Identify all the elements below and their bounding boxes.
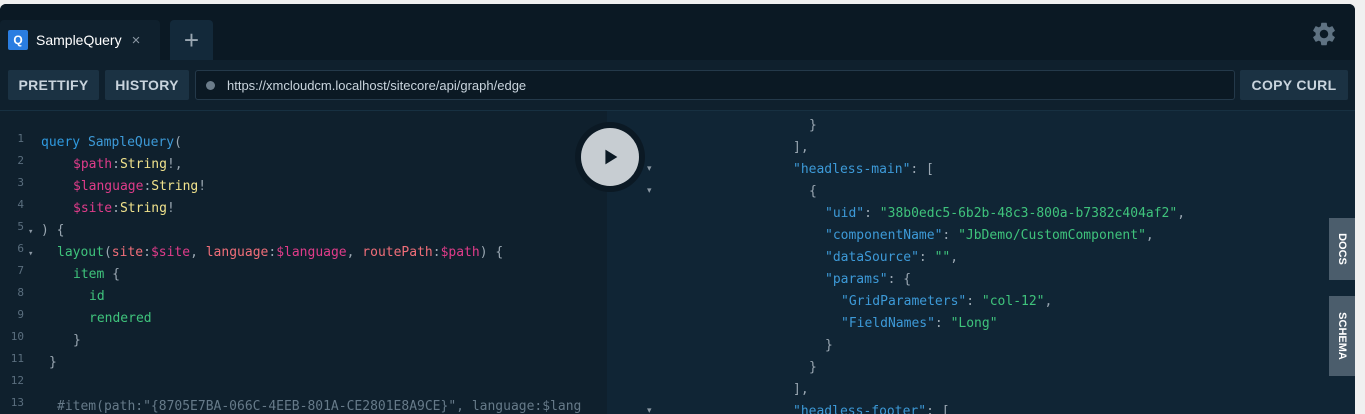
code-line-10: }	[73, 333, 81, 348]
json-line: "headless-footer": [	[793, 404, 950, 414]
json-line: }	[825, 338, 833, 353]
json-line: "headless-main": [	[793, 162, 934, 177]
code-line-9: rendered	[89, 311, 152, 326]
endpoint-url-input[interactable]: https://xmcloudcm.localhost/sitecore/api…	[195, 70, 1235, 100]
code-line-1: query SampleQuery(	[41, 135, 182, 150]
line-number: 4	[17, 198, 24, 211]
line-number: 11	[10, 352, 24, 365]
toolbar: PRETTIFY HISTORY https://xmcloudcm.local…	[0, 60, 1355, 110]
line-number: 10	[10, 330, 24, 343]
json-line: {	[809, 184, 817, 199]
schema-tab[interactable]: SCHEMA	[1329, 296, 1355, 376]
code-line-2: $path:String!,	[73, 157, 183, 172]
json-line: }	[825, 111, 833, 115]
code-line-8: id	[89, 289, 105, 304]
query-icon: Q	[8, 30, 28, 50]
json-line: "componentName": "JbDemo/CustomComponent…	[825, 228, 1154, 243]
tab-bar: Q SampleQuery × +	[0, 4, 1355, 60]
endpoint-url-text: https://xmcloudcm.localhost/sitecore/api…	[227, 77, 527, 93]
line-number: 13	[10, 396, 24, 409]
code-line-7: item {	[73, 267, 120, 282]
gear-icon[interactable]	[1310, 20, 1338, 48]
code-line-4: $site:String!	[73, 201, 175, 216]
code-line-13: #item(path:"{8705E7BA-066C-4EEB-801A-CE2…	[57, 399, 582, 414]
prettify-button[interactable]: PRETTIFY	[8, 70, 99, 100]
add-tab-button[interactable]: +	[170, 20, 213, 60]
fold-toggle-icon[interactable]: ▾	[28, 249, 33, 259]
json-line: "GridParameters": "col-12",	[841, 294, 1053, 309]
line-number: 12	[10, 374, 24, 387]
results-viewer: ▾ ▾ ▾ } } ], "headless-main": [ { "uid":…	[607, 110, 1355, 414]
graphql-playground: Q SampleQuery × + PRETTIFY HISTORY https…	[0, 4, 1355, 414]
line-number: 2	[17, 154, 24, 167]
fold-toggle-icon[interactable]: ▾	[647, 185, 652, 196]
json-line: "FieldNames": "Long"	[841, 316, 998, 331]
line-number: 9	[17, 308, 24, 321]
json-line: }	[809, 118, 817, 133]
json-line: ],	[793, 382, 809, 397]
connection-status-icon	[206, 80, 215, 90]
execute-query-button[interactable]	[575, 122, 645, 192]
fold-toggle-icon[interactable]: ▾	[28, 227, 33, 237]
fold-toggle-icon[interactable]: ▾	[647, 163, 652, 174]
tab-samplequery[interactable]: Q SampleQuery ×	[0, 20, 160, 60]
history-button[interactable]: HISTORY	[105, 70, 189, 100]
play-button-face[interactable]	[581, 128, 639, 186]
line-number: 5	[17, 220, 24, 233]
close-icon[interactable]: ×	[132, 32, 141, 49]
code-line-3: $language:String!	[73, 179, 207, 194]
line-number: 7	[17, 264, 24, 277]
query-editor[interactable]: 1 2 3 4 5 6 7 8 9 10 11 12 13 ▾ ▾ query …	[0, 110, 607, 414]
json-line: "params": {	[825, 272, 912, 287]
docs-tab[interactable]: DOCS	[1329, 218, 1355, 280]
tab-title: SampleQuery	[36, 32, 122, 48]
code-line-6: layout(site:$site, language:$language, r…	[57, 245, 504, 260]
play-icon	[605, 149, 618, 165]
json-line: ],	[793, 140, 809, 155]
code-line-11: }	[49, 355, 57, 370]
line-number: 8	[17, 286, 24, 299]
json-line: "uid": "38b0edc5-6b2b-48c3-800a-b7382c40…	[825, 206, 1186, 221]
copy-curl-button[interactable]: COPY CURL	[1240, 70, 1348, 100]
line-number: 3	[17, 176, 24, 189]
fold-toggle-icon[interactable]: ▾	[647, 405, 652, 414]
code-line-5: ) {	[41, 223, 65, 238]
json-line: }	[809, 360, 817, 375]
json-line: "dataSource": "",	[825, 250, 959, 265]
line-number: 1	[17, 132, 24, 145]
line-number: 6	[17, 242, 24, 255]
